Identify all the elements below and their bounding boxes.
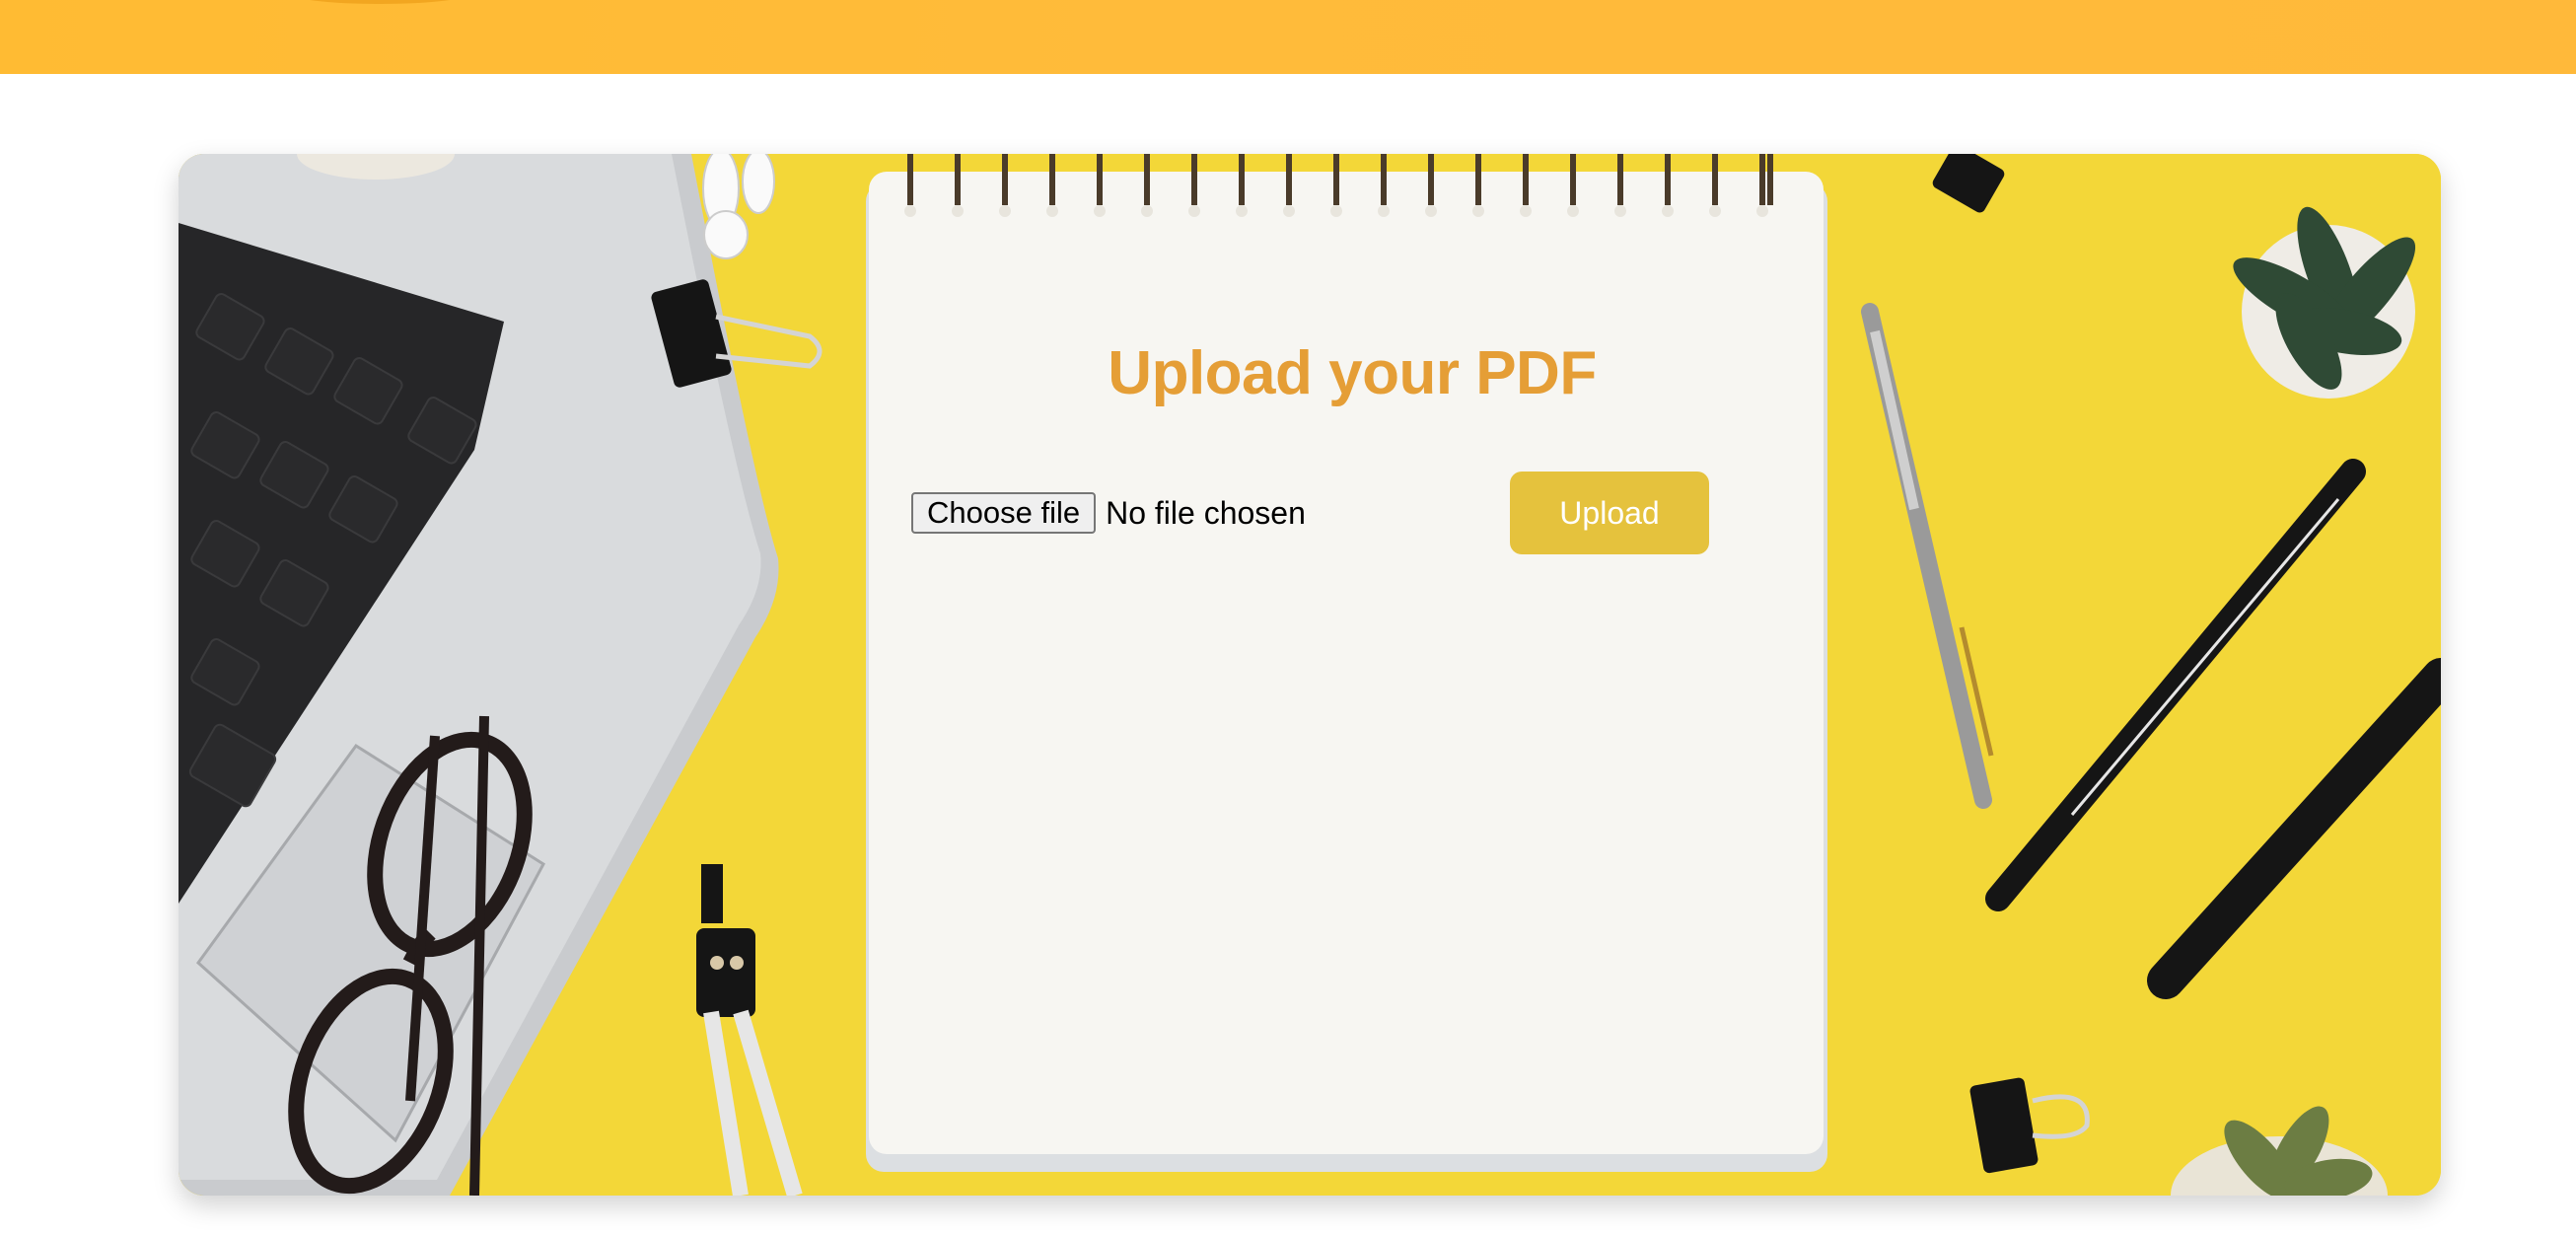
banner-decoration <box>286 0 473 4</box>
file-status-text: No file chosen <box>1106 494 1306 531</box>
choose-file-button[interactable]: Choose file <box>911 492 1097 534</box>
top-banner <box>0 0 2576 74</box>
page-title: Upload your PDF <box>1108 339 1597 407</box>
upload-card: Upload your PDF Choose file No file chos… <box>179 154 2441 1196</box>
file-picker[interactable]: Choose file No file chosen <box>911 490 1306 536</box>
desk-background-illustration <box>179 154 2441 1196</box>
upload-button[interactable]: Upload <box>1510 472 1709 554</box>
spiral-notebook-illustration <box>866 154 1827 1172</box>
